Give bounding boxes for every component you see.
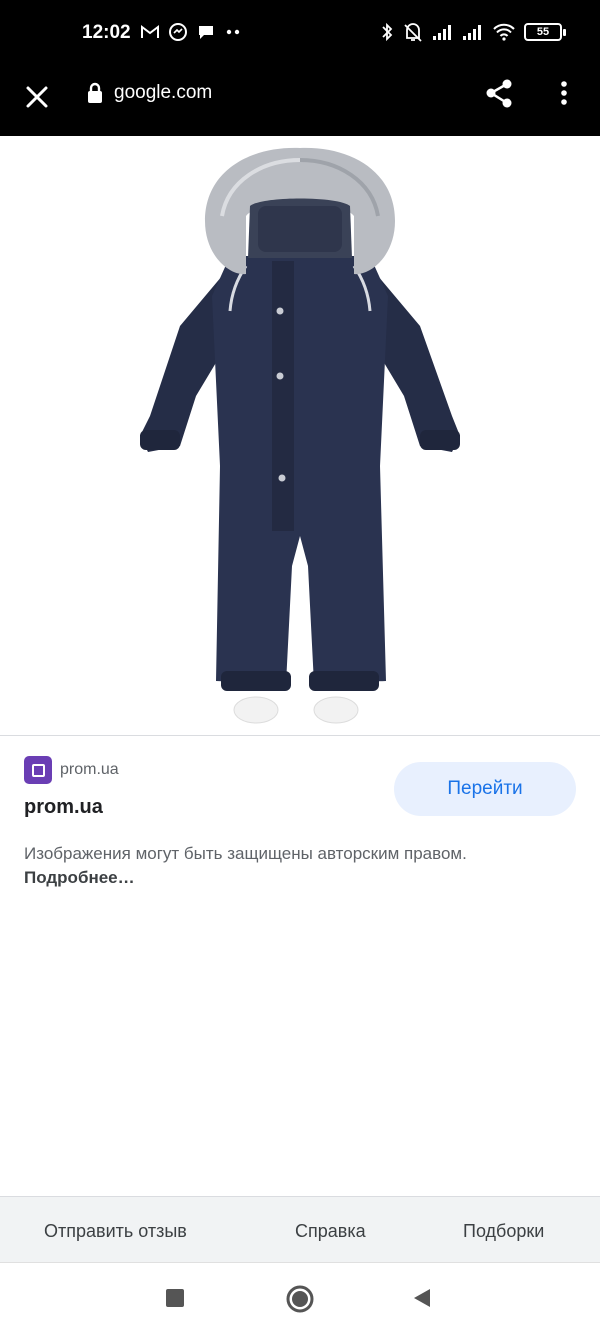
footer: Отправить отзыв Справка Подборки [0,1196,600,1262]
lock-icon [88,82,102,103]
result-image[interactable] [0,136,600,736]
wifi-icon [493,23,515,41]
copyright-notice: Изображения могут быть защищены авторски… [24,842,494,890]
system-nav-bar [0,1262,600,1332]
learn-more-link[interactable]: Подробнее… [24,868,135,887]
more-vert-icon [561,81,567,105]
favicon-icon [24,756,52,784]
share-button[interactable] [482,76,516,110]
status-bar: 12:02 55 [0,0,600,68]
battery-level: 55 [536,26,550,38]
url-text: google.com [114,82,213,103]
help-link[interactable]: Справка [295,1221,366,1242]
visit-button[interactable]: Перейти [394,762,576,816]
browser-toolbar: google.com [0,68,600,136]
bluetooth-icon [382,22,393,42]
close-icon [26,86,48,108]
more-dots-icon [226,29,240,35]
recent-apps-icon[interactable] [165,1288,185,1308]
address-bar[interactable]: google.com [86,82,212,104]
gmail-icon [141,25,159,38]
chat-icon [199,26,213,39]
source-domain: prom.ua [60,761,119,778]
feedback-link[interactable]: Отправить отзыв [44,1221,187,1242]
signal-icon [433,25,451,40]
back-icon[interactable] [412,1287,432,1309]
system-icons: 55 [380,22,566,42]
collections-link[interactable]: Подборки [463,1221,544,1242]
notification-icons [140,22,242,42]
battery-icon: 55 [524,23,566,41]
status-time: 12:02 [82,22,131,43]
close-button[interactable] [20,80,54,114]
share-icon [486,79,512,108]
home-icon[interactable] [285,1284,315,1314]
copyright-text: Изображения могут быть защищены авторски… [24,844,467,863]
jumpsuit-image [140,147,460,724]
signal-icon [463,25,481,40]
messenger-icon [169,23,187,41]
vibrate-off-icon [404,23,422,42]
more-menu-button[interactable] [552,76,576,110]
page-title[interactable]: prom.ua [24,796,103,819]
source-row[interactable]: prom.ua [24,756,119,784]
